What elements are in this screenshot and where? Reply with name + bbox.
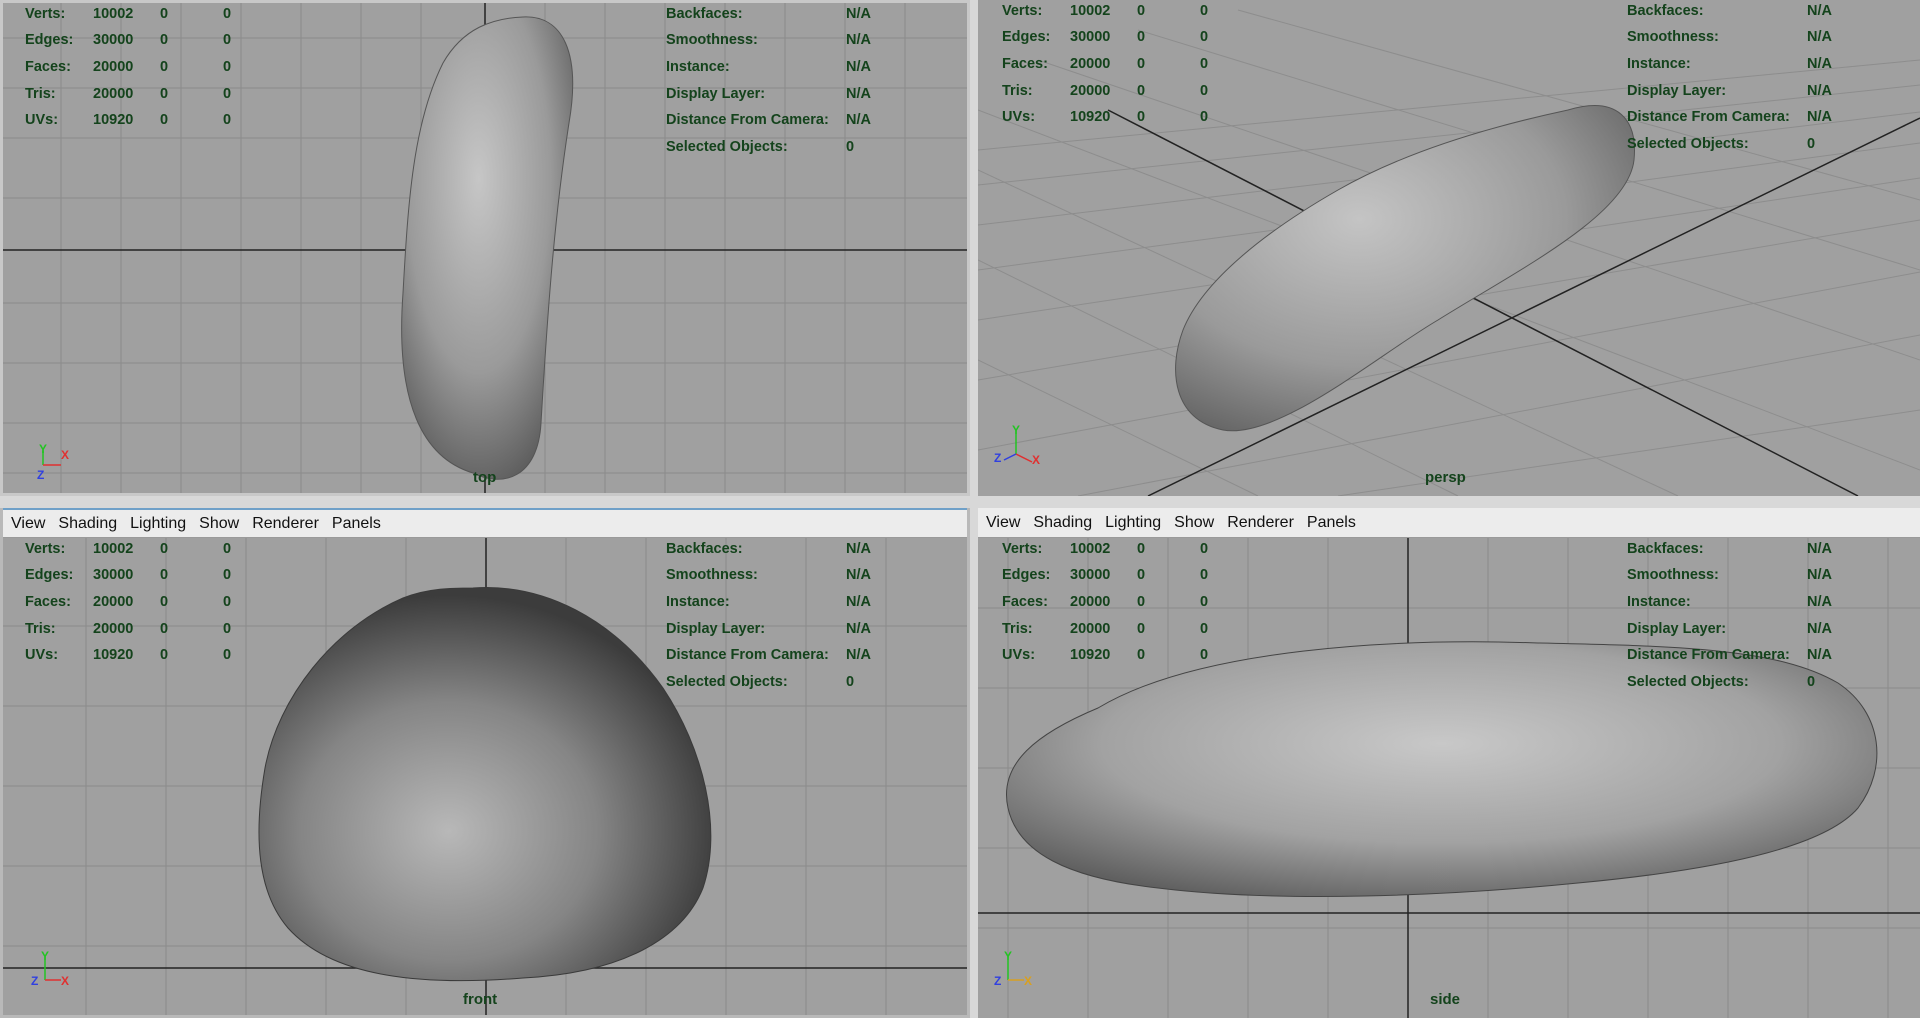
- svg-text:Z: Z: [994, 451, 1001, 465]
- menu-view[interactable]: View: [11, 515, 45, 533]
- svg-text:X: X: [1024, 974, 1032, 988]
- viewport-menubar: View Shading Lighting Show Renderer Pane…: [3, 508, 967, 538]
- viewport-top[interactable]: Verts: 10002 0 0 Edges: 30000 0 0 Faces: 20000 0…: [0, 0, 970, 496]
- svg-text:Y: Y: [41, 949, 49, 963]
- menu-shading[interactable]: Shading: [1033, 514, 1092, 532]
- menu-lighting[interactable]: Lighting: [1105, 514, 1161, 532]
- menu-renderer[interactable]: Renderer: [1227, 514, 1294, 532]
- camera-label: front: [463, 991, 498, 1008]
- menu-renderer[interactable]: Renderer: [252, 515, 319, 533]
- viewport-separator-vertical[interactable]: [970, 0, 978, 1018]
- menu-show[interactable]: Show: [1174, 514, 1214, 532]
- viewport-side[interactable]: View Shading Lighting Show Renderer Pane…: [978, 508, 1920, 1018]
- svg-text:Z: Z: [31, 974, 38, 988]
- svg-text:X: X: [1032, 453, 1040, 467]
- pickle-mesh[interactable]: [401, 16, 574, 480]
- menu-lighting[interactable]: Lighting: [130, 515, 186, 533]
- axis-gizmo-icon: Y Z X: [994, 949, 1032, 988]
- pickle-mesh[interactable]: [1175, 105, 1635, 432]
- svg-text:Y: Y: [1012, 424, 1020, 437]
- pickle-mesh[interactable]: [258, 587, 712, 982]
- camera-label: top: [473, 469, 497, 486]
- viewport-persp-scene: [978, 9, 1920, 496]
- viewport-front-scene: [3, 538, 967, 1015]
- svg-text:Y: Y: [39, 443, 47, 456]
- axis-gizmo-icon: Y Z X: [31, 949, 69, 988]
- svg-text:Y: Y: [1004, 949, 1012, 963]
- axis-gizmo-icon: Y X Z: [37, 443, 69, 482]
- menu-view[interactable]: View: [986, 514, 1020, 532]
- viewport-front[interactable]: View Shading Lighting Show Renderer Pane…: [0, 508, 970, 1018]
- viewport-persp[interactable]: Verts: 10002 0 0 Edges: 30000 0 0 Faces: 20000 0…: [978, 0, 1920, 496]
- svg-text:Z: Z: [994, 974, 1001, 988]
- viewport-side-scene: [978, 538, 1920, 1018]
- camera-label: persp: [1425, 469, 1466, 486]
- camera-label: side: [1430, 991, 1461, 1008]
- viewport-separator-horizontal[interactable]: [0, 496, 1920, 508]
- svg-text:X: X: [61, 974, 69, 988]
- menu-shading[interactable]: Shading: [58, 515, 117, 533]
- viewport-menubar: View Shading Lighting Show Renderer Pane…: [978, 508, 1920, 538]
- svg-text:Z: Z: [37, 468, 44, 482]
- viewport-top-scene: [3, 3, 967, 493]
- menu-panels[interactable]: Panels: [332, 515, 381, 533]
- axis-gizmo-icon: Y Z X: [994, 424, 1040, 467]
- svg-text:X: X: [61, 448, 69, 462]
- menu-show[interactable]: Show: [199, 515, 239, 533]
- menu-panels[interactable]: Panels: [1307, 514, 1356, 532]
